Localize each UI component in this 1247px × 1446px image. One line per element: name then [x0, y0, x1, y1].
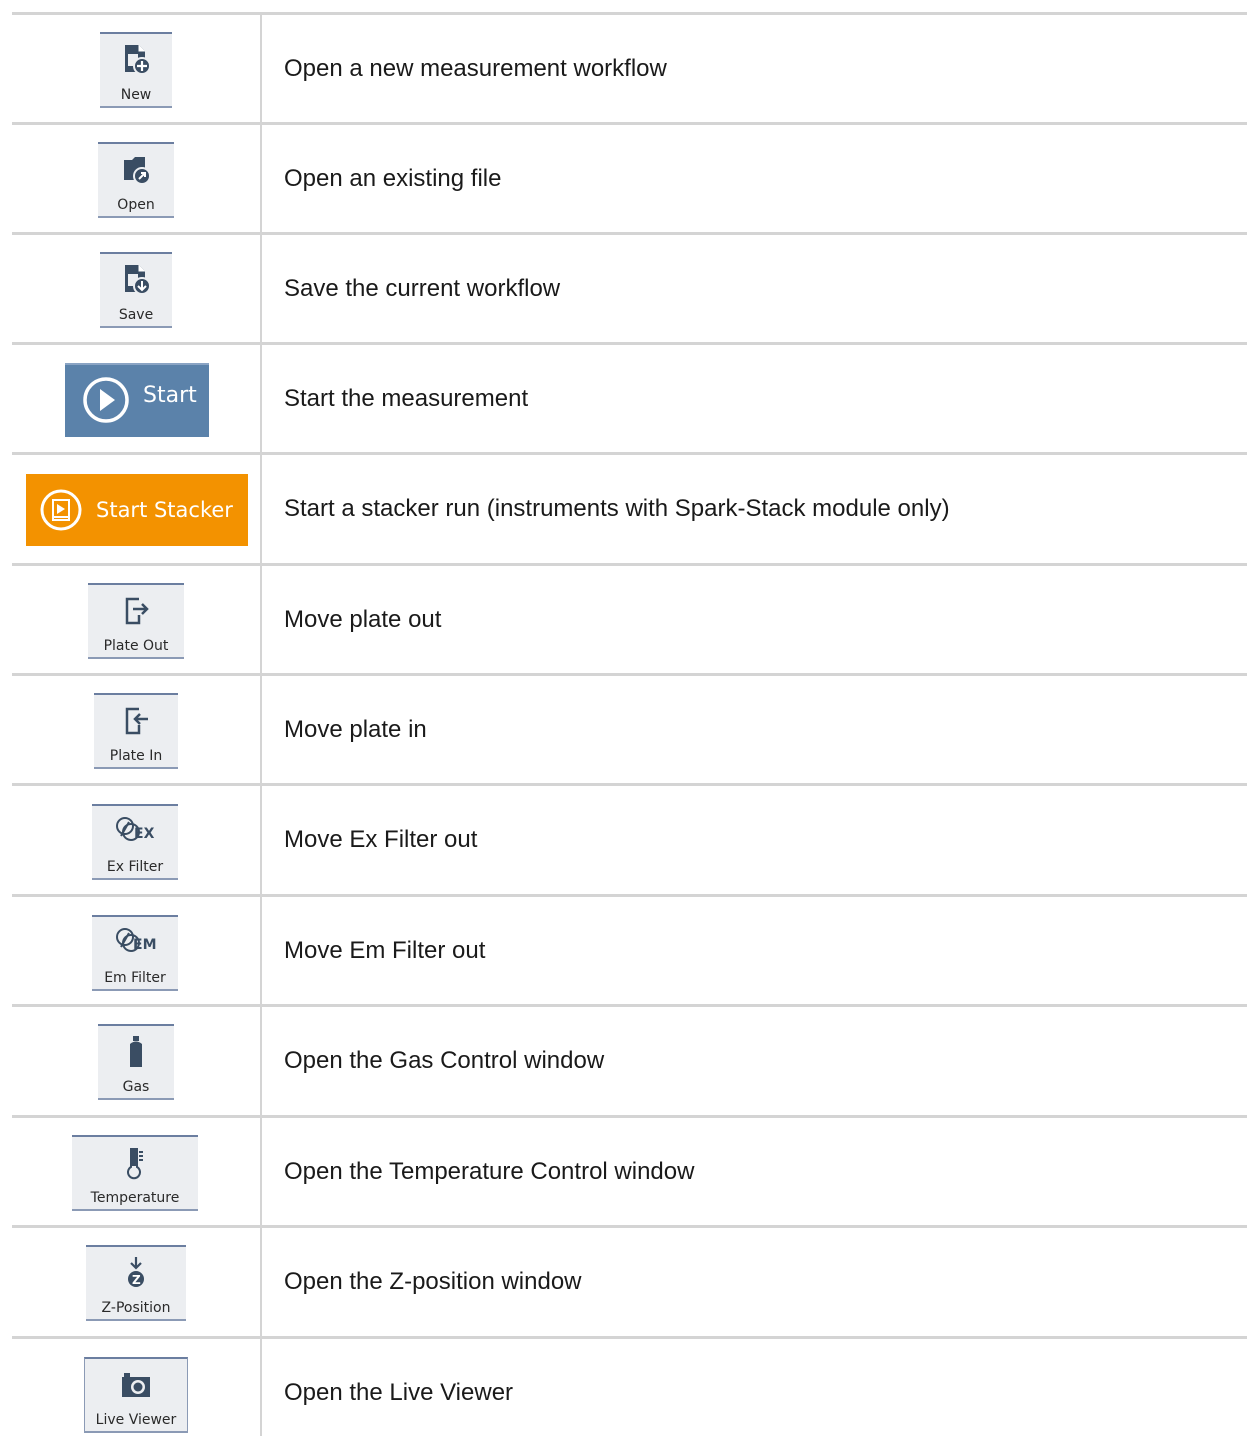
ex-filter-label: Ex Filter: [106, 859, 164, 875]
table-row: Plate In Move plate in: [12, 673, 1247, 783]
icon-cell: Plate Out: [12, 566, 260, 673]
table-row: Z Z-Position Open the Z-position window: [12, 1225, 1247, 1335]
icon-cell: Plate In: [12, 676, 260, 783]
em-filter-label: Em Filter: [104, 970, 166, 986]
new-button[interactable]: New: [100, 32, 172, 108]
table-row: Save Save the current workflow: [12, 232, 1247, 342]
ex-filter-icon: EX: [116, 817, 155, 842]
row-description: Open the Live Viewer: [284, 1379, 514, 1406]
icon-cell: New: [12, 15, 260, 122]
row-description: Open the Z-position window: [284, 1268, 582, 1295]
icon-cell: EX Ex Filter: [12, 786, 260, 893]
start-label: Start: [143, 383, 197, 408]
play-icon: [83, 377, 129, 423]
table-row: Plate Out Move plate out: [12, 563, 1247, 673]
table-row: Open Open an existing file: [12, 122, 1247, 232]
icon-cell: EM Em Filter: [12, 897, 260, 1004]
em-filter-icon: EM: [116, 928, 157, 953]
table-row: Start Start the measurement: [12, 342, 1247, 452]
plate-out-label: Plate Out: [103, 638, 169, 654]
z-position-icon: Z: [128, 1257, 144, 1287]
gas-bottle-icon: [130, 1036, 142, 1067]
row-description: Open the Temperature Control window: [284, 1158, 695, 1185]
row-description: Move Em Filter out: [284, 937, 486, 964]
plate-in-icon: [125, 707, 148, 735]
row-description: Move plate in: [284, 716, 427, 743]
table-row: EM Em Filter Move Em Filter out: [12, 894, 1247, 1004]
icon-cell: Z Z-Position: [12, 1228, 260, 1335]
row-description: Move plate out: [284, 606, 442, 633]
new-label: New: [120, 87, 152, 103]
camera-icon: [122, 1373, 150, 1397]
table-row: Temperature Open the Temperature Control…: [12, 1115, 1247, 1225]
stacker-play-icon: [40, 489, 82, 531]
plate-in-button[interactable]: Plate In: [94, 693, 178, 769]
plate-out-icon: [125, 597, 149, 625]
toolbar-reference-table: New Open a new measurement workflow Open…: [12, 12, 1247, 1436]
open-file-icon: [124, 157, 151, 185]
temperature-button[interactable]: Temperature: [72, 1135, 198, 1211]
svg-text:EX: EX: [134, 826, 155, 842]
table-row: New Open a new measurement workflow: [12, 12, 1247, 122]
table-row: Start Stacker Start a stacker run (instr…: [12, 452, 1247, 562]
live-viewer-button[interactable]: Live Viewer: [84, 1357, 188, 1433]
icon-cell: Live Viewer: [12, 1339, 260, 1446]
svg-text:EM: EM: [133, 937, 157, 953]
row-description: Start a stacker run (instruments with Sp…: [284, 495, 950, 522]
gas-label: Gas: [122, 1079, 150, 1095]
table-row: Gas Open the Gas Control window: [12, 1004, 1247, 1114]
save-label: Save: [118, 307, 154, 323]
z-position-label: Z-Position: [101, 1300, 171, 1316]
row-description: Move Ex Filter out: [284, 826, 478, 853]
plate-out-button[interactable]: Plate Out: [88, 583, 184, 659]
em-filter-button[interactable]: EM Em Filter: [92, 915, 178, 991]
row-description: Save the current workflow: [284, 275, 561, 302]
row-description: Open the Gas Control window: [284, 1047, 605, 1074]
table-row: Live Viewer Open the Live Viewer: [12, 1336, 1247, 1446]
icon-cell: Start: [12, 345, 260, 452]
table-row: EX Ex Filter Move Ex Filter out: [12, 783, 1247, 893]
icon-cell: Temperature: [12, 1118, 260, 1225]
open-button[interactable]: Open: [98, 142, 174, 218]
row-description: Open a new measurement workflow: [284, 55, 667, 82]
icon-cell: Open: [12, 125, 260, 232]
start-stacker-label: Start Stacker: [96, 498, 233, 522]
icon-cell: Start Stacker: [12, 455, 260, 562]
icon-cell: Gas: [12, 1007, 260, 1114]
ex-filter-button[interactable]: EX Ex Filter: [92, 804, 178, 880]
live-viewer-label: Live Viewer: [95, 1412, 177, 1428]
gas-button[interactable]: Gas: [98, 1024, 174, 1100]
plate-in-label: Plate In: [109, 748, 163, 764]
thermometer-icon: [127, 1148, 143, 1180]
temperature-label: Temperature: [90, 1190, 180, 1206]
start-stacker-button[interactable]: Start Stacker: [26, 474, 248, 546]
new-file-icon: [125, 45, 151, 75]
save-file-icon: [125, 265, 151, 295]
z-position-button[interactable]: Z Z-Position: [86, 1245, 186, 1321]
row-description: Start the measurement: [284, 385, 529, 412]
icon-cell: Save: [12, 235, 260, 342]
open-label: Open: [117, 197, 155, 213]
save-button[interactable]: Save: [100, 252, 172, 328]
row-description: Open an existing file: [284, 165, 502, 192]
svg-text:Z: Z: [132, 1273, 141, 1287]
start-button[interactable]: Start: [65, 363, 209, 437]
